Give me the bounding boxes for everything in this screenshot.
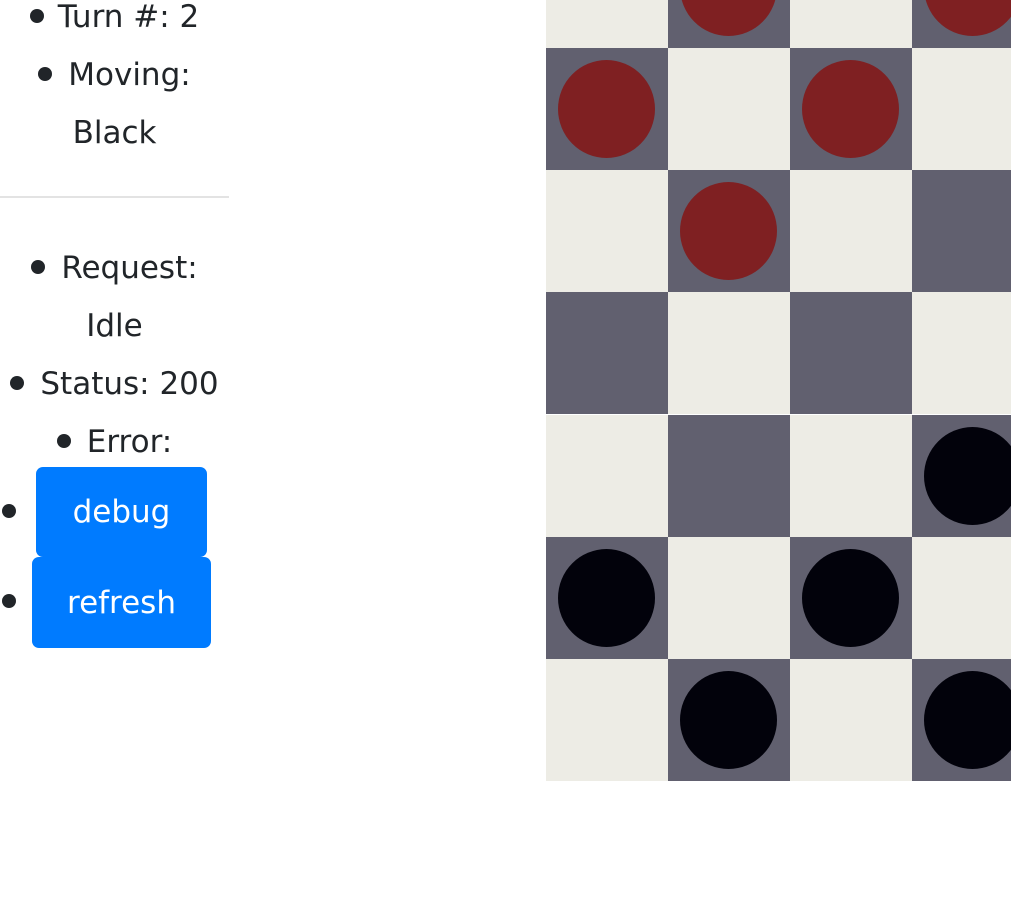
bullet-icon [38,66,53,81]
light-square [790,0,912,48]
bullet-icon [2,594,16,608]
black-piece[interactable] [680,670,777,769]
refresh-item: refresh [0,557,229,648]
light-square [912,536,1011,659]
light-square [790,414,912,537]
light-square [546,170,668,293]
bullet-icon [29,8,44,23]
dark-square[interactable] [668,170,790,293]
black-piece[interactable] [924,670,1011,769]
turn-label: Turn #: 2 [57,0,200,35]
dark-square[interactable] [912,414,1011,537]
status-item: Status: 200 [0,355,229,413]
dark-square[interactable] [912,170,1011,293]
red-piece[interactable] [680,182,777,281]
black-piece[interactable] [558,548,655,647]
section-divider [0,196,229,198]
dark-square[interactable] [668,0,790,48]
black-piece[interactable] [802,548,899,647]
light-square [668,536,790,659]
refresh-button[interactable]: refresh [32,557,211,648]
bullet-icon [31,259,46,274]
checkers-board[interactable] [546,0,1011,902]
dark-square[interactable] [912,0,1011,48]
game-info-list: Turn #: 2 Moving: Black [0,0,229,162]
light-square [546,658,668,781]
dark-square[interactable] [790,292,912,415]
black-piece[interactable] [924,426,1011,525]
light-square [790,170,912,293]
request-item: Request: Idle [0,239,229,355]
light-square [790,658,912,781]
debug-button[interactable]: debug [36,467,207,557]
bullet-icon [2,504,16,518]
red-piece[interactable] [802,60,899,159]
light-square [546,414,668,537]
light-square [912,48,1011,171]
bullet-icon [10,375,25,390]
light-square [668,48,790,171]
moving-item: Moving: Black [0,46,229,162]
dark-square[interactable] [790,536,912,659]
request-info-list: Request: Idle Status: 200 Error: [0,239,229,471]
debug-item: debug [0,467,229,557]
red-piece[interactable] [680,0,777,36]
turn-item: Turn #: 2 [0,0,229,46]
request-label: Request: [61,250,198,286]
light-square [668,292,790,415]
status-label: Status: 200 [40,366,219,402]
moving-label: Moving: [68,57,191,93]
dark-square[interactable] [790,48,912,171]
dark-square[interactable] [912,658,1011,781]
dark-square[interactable] [546,48,668,171]
dark-square[interactable] [546,292,668,415]
error-label: Error: [86,424,173,460]
bullet-icon [56,433,71,448]
dark-square[interactable] [668,658,790,781]
dark-square[interactable] [668,414,790,537]
red-piece[interactable] [924,0,1011,36]
moving-value: Black [72,115,157,151]
red-piece[interactable] [558,60,655,159]
dark-square[interactable] [546,536,668,659]
error-item: Error: [0,413,229,471]
light-square [546,0,668,48]
light-square [912,292,1011,415]
request-value: Idle [86,308,143,344]
